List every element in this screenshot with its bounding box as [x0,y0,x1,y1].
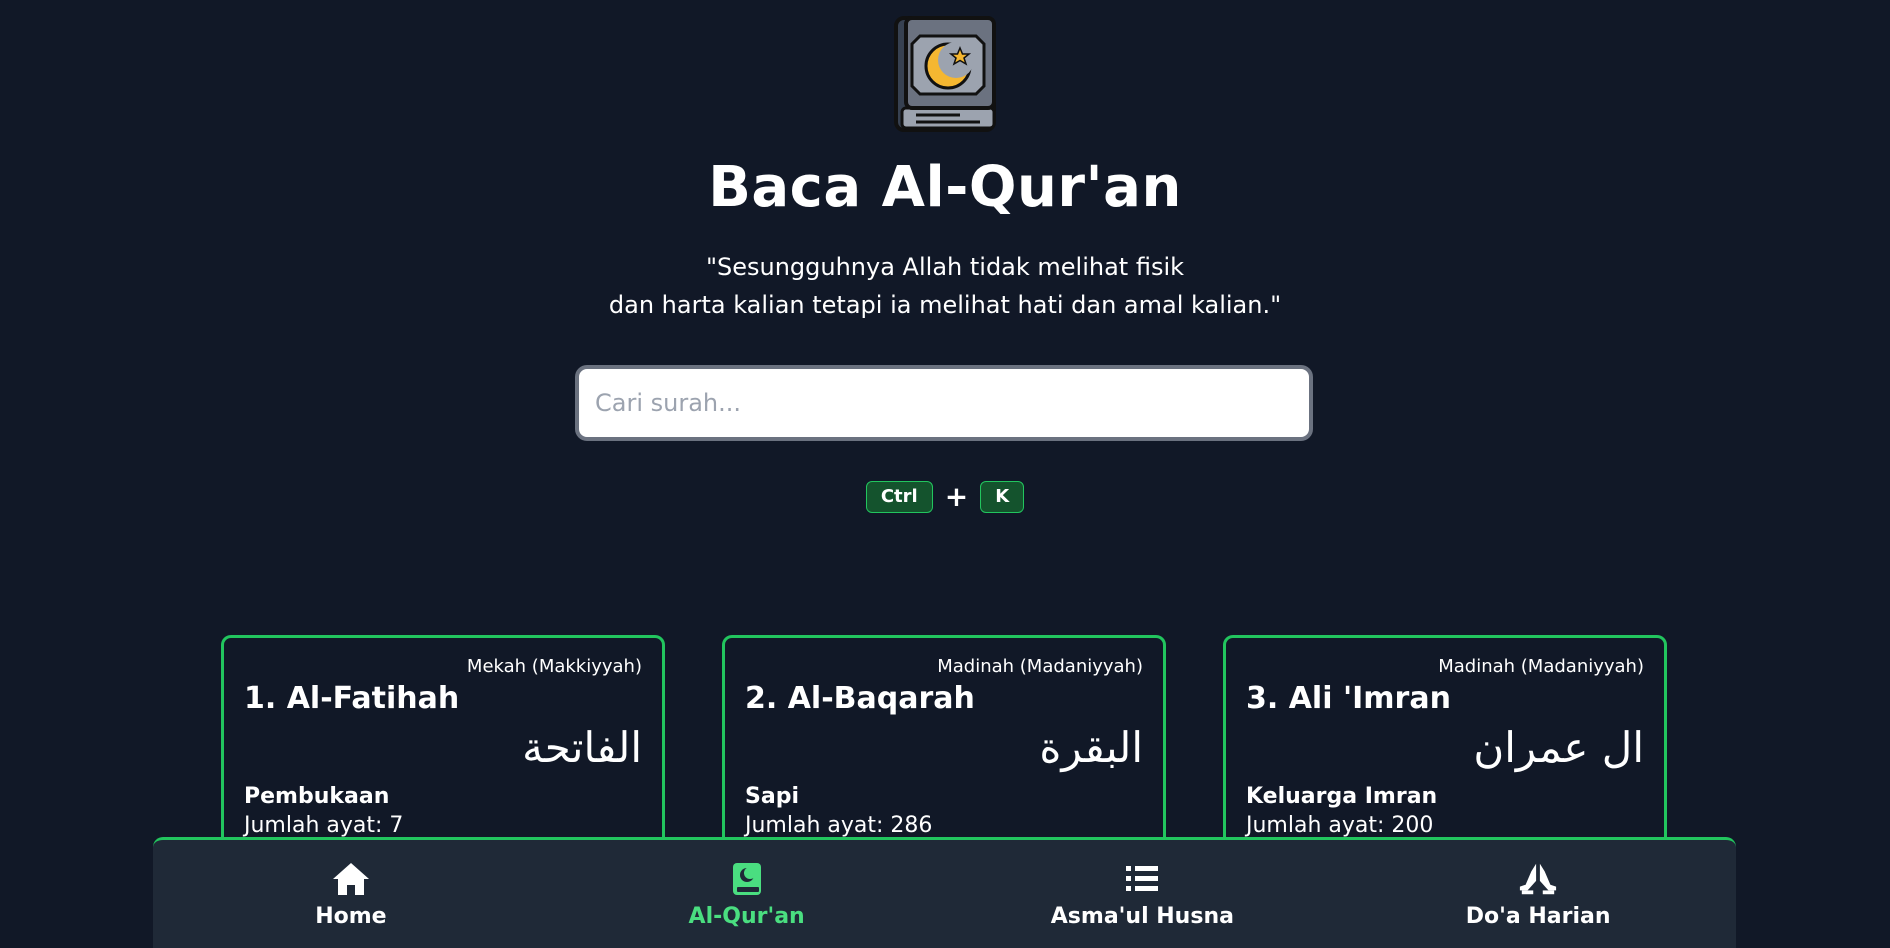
surah-list: Mekah (Makkiyyah) 1. Al-Fatihah الفاتحة … [0,635,1890,865]
surah-card[interactable]: Mekah (Makkiyyah) 1. Al-Fatihah الفاتحة … [221,635,665,865]
surah-verse-count: Jumlah ayat: 286 [745,813,933,838]
surah-card[interactable]: Madinah (Madaniyyah) 3. Ali 'Imran ال عم… [1223,635,1667,865]
surah-verse-count: Jumlah ayat: 200 [1246,813,1434,838]
ctrl-key-badge: Ctrl [865,480,933,513]
quran-book-logo-icon [890,12,1000,136]
nav-item-label: Home [315,903,387,929]
surah-revelation-place: Mekah (Makkiyyah) [466,656,642,677]
nav-item-doa-harian[interactable]: Do'a Harian [1340,840,1736,948]
list-icon [1122,860,1162,898]
surah-revelation-place: Madinah (Madaniyyah) [1438,656,1644,677]
praying-hands-icon [1518,860,1558,898]
quote-line-2: dan harta kalian tetapi ia melihat hati … [608,291,1282,319]
surah-name: 3. Ali 'Imran [1246,681,1451,716]
bottom-navigation: Home Al-Qur'an Asma'ul Husna Do'a Harian [153,837,1736,948]
surah-arabic-name: الفاتحة [522,723,642,772]
quote: "Sesungguhnya Allah tidak melihat fisik … [0,248,1890,324]
nav-item-home[interactable]: Home [153,840,549,948]
surah-arabic-name: ال عمران [1473,723,1644,772]
plus-sign: + [944,480,969,513]
surah-arabic-name: البقرة [1039,723,1143,772]
surah-name: 1. Al-Fatihah [244,681,460,716]
surah-name: 2. Al-Baqarah [745,681,975,716]
nav-item-label: Do'a Harian [1465,903,1611,929]
nav-item-quran[interactable]: Al-Qur'an [549,840,945,948]
quote-line-1: "Sesungguhnya Allah tidak melihat fisik [705,253,1185,281]
nav-item-label: Asma'ul Husna [1050,903,1234,929]
surah-verse-count: Jumlah ayat: 7 [244,813,404,838]
surah-meaning: Sapi [745,784,799,809]
page: Baca Al-Qur'an "Sesungguhnya Allah tidak… [0,0,1890,948]
surah-meaning: Keluarga Imran [1246,784,1438,809]
search-input[interactable] [579,369,1309,437]
quran-icon [727,860,767,898]
surah-card[interactable]: Madinah (Madaniyyah) 2. Al-Baqarah البقر… [722,635,1166,865]
search-box [575,365,1313,441]
k-key-badge: K [980,480,1025,513]
home-icon [331,860,371,898]
page-title: Baca Al-Qur'an [708,155,1182,220]
nav-item-label: Al-Qur'an [688,903,805,929]
nav-item-asmaul-husna[interactable]: Asma'ul Husna [945,840,1341,948]
surah-meaning: Pembukaan [244,784,390,809]
keyboard-shortcut-hint: Ctrl + K [0,480,1890,513]
surah-revelation-place: Madinah (Madaniyyah) [937,656,1143,677]
